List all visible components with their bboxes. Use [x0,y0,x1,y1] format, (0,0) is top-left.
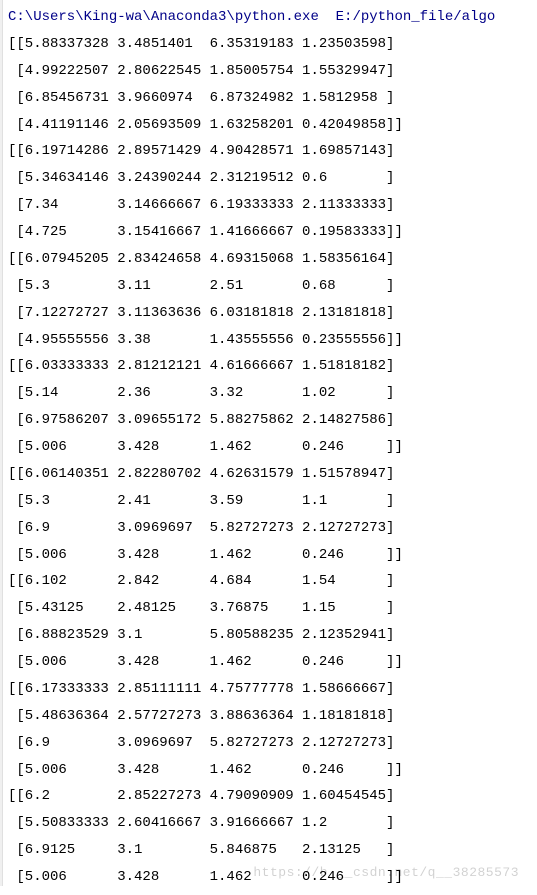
output-line: [5.006 3.428 1.462 0.246 ]] [8,547,403,563]
output-line: [5.43125 2.48125 3.76875 1.15 ] [8,600,394,616]
output-line: [6.9125 3.1 5.846875 2.13125 ] [8,842,394,858]
output-line: [5.3 3.11 2.51 0.68 ] [8,278,394,294]
interpreter-path: C:\Users\King-wa\Anaconda3\python.exe E:… [8,9,495,25]
output-line: [5.006 3.428 1.462 0.246 ]] [8,439,403,455]
output-line: [5.14 2.36 3.32 1.02 ] [8,385,394,401]
output-line: [5.34634146 3.24390244 2.31219512 0.6 ] [8,170,394,186]
output-line: [[6.07945205 2.83424658 4.69315068 1.583… [8,251,394,267]
output-line: [4.99222507 2.80622545 1.85005754 1.5532… [8,63,394,79]
output-line: [[6.17333333 2.85111111 4.75777778 1.586… [8,681,394,697]
output-line: [7.12272727 3.11363636 6.03181818 2.1318… [8,305,394,321]
output-line: [[6.19714286 2.89571429 4.90428571 1.698… [8,143,394,159]
output-line: [6.9 3.0969697 5.82727273 2.12727273] [8,520,394,536]
output-line: [4.41191146 2.05693509 1.63258201 0.4204… [8,117,403,133]
output-line: [6.85456731 3.9660974 6.87324982 1.58129… [8,90,394,106]
console-output: C:\Users\King-wa\Anaconda3\python.exe E:… [0,0,537,895]
output-line: [[6.2 2.85227273 4.79090909 1.60454545] [8,788,394,804]
output-line: [[6.03333333 2.81212121 4.61666667 1.518… [8,358,394,374]
output-line: [[6.06140351 2.82280702 4.62631579 1.515… [8,466,394,482]
output-line: [7.34 3.14666667 6.19333333 2.11333333] [8,197,394,213]
output-line: [5.50833333 2.60416667 3.91666667 1.2 ] [8,815,394,831]
output-line: [6.97586207 3.09655172 5.88275862 2.1482… [8,412,394,428]
output-line: [[5.88337328 3.4851401 6.35319183 1.2350… [8,36,394,52]
output-line: [5.3 2.41 3.59 1.1 ] [8,493,394,509]
output-line: [5.006 3.428 1.462 0.246 ]] [8,654,403,670]
output-line: [6.88823529 3.1 5.80588235 2.12352941] [8,627,394,643]
output-line: [4.95555556 3.38 1.43555556 0.23555556]] [8,332,403,348]
output-line: [5.48636364 2.57727273 3.88636364 1.1818… [8,708,394,724]
output-line: [5.006 3.428 1.462 0.246 ]] [8,762,403,778]
editor-gutter [0,0,3,886]
watermark-text: https://b___csdn.net/q__38285573 [253,865,519,880]
output-line: [6.9 3.0969697 5.82727273 2.12727273] [8,735,394,751]
output-line: [[6.102 2.842 4.684 1.54 ] [8,573,394,589]
output-line: [4.725 3.15416667 1.41666667 0.19583333]… [8,224,403,240]
